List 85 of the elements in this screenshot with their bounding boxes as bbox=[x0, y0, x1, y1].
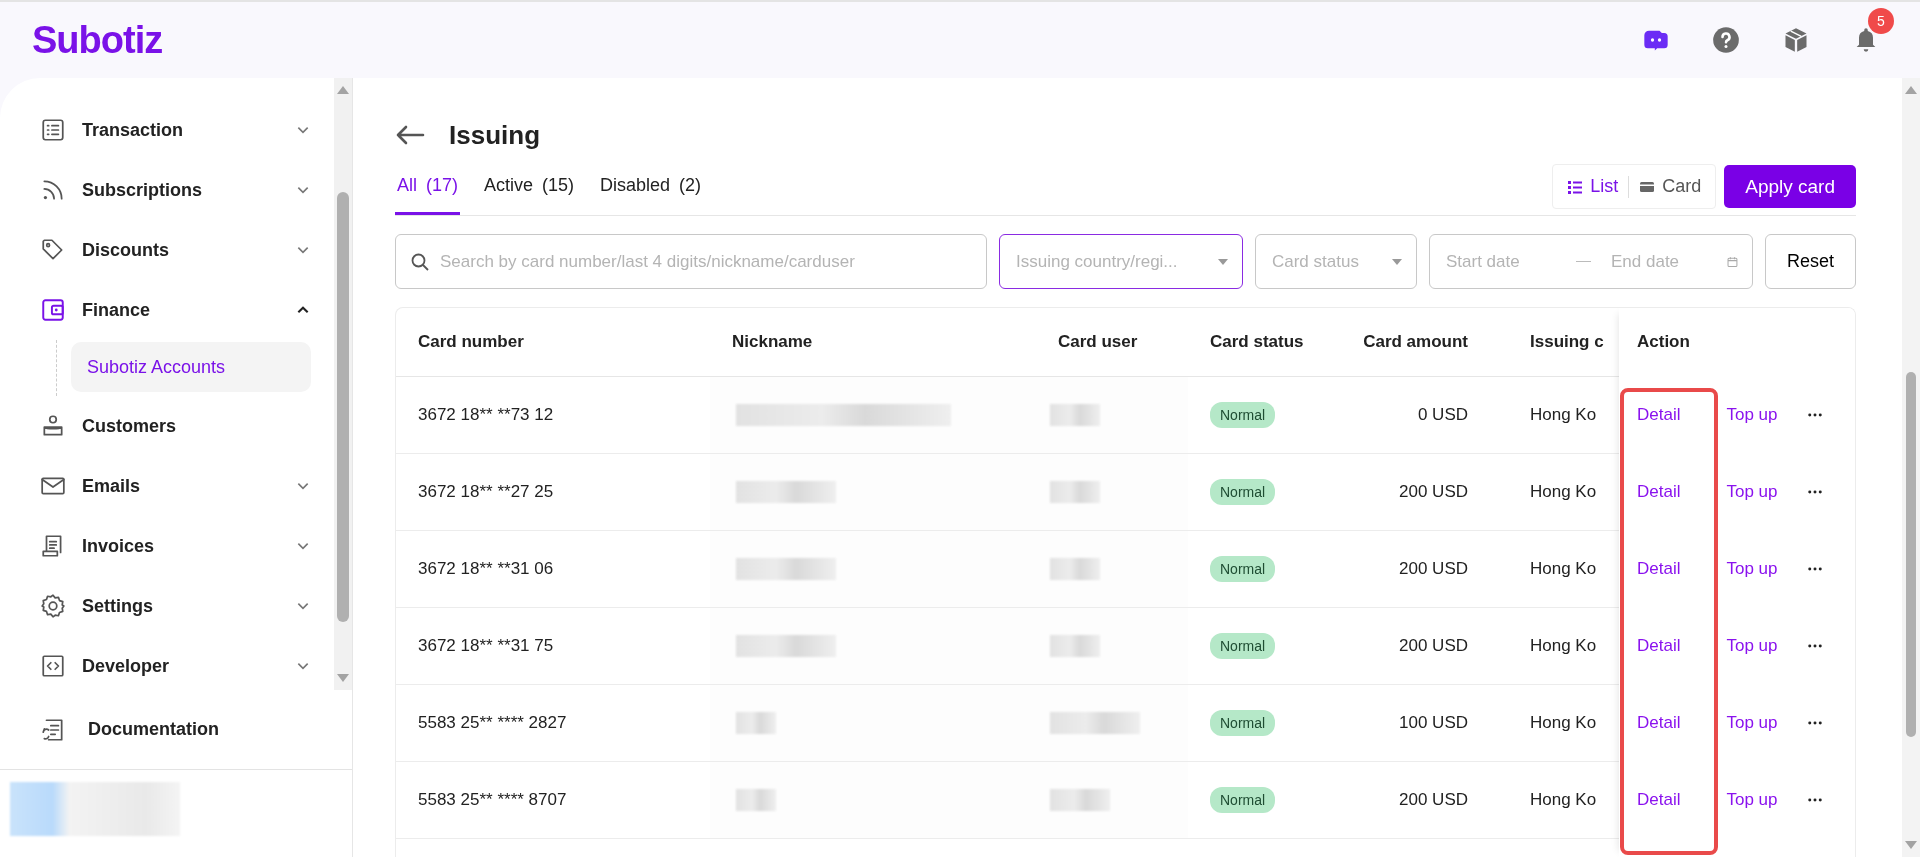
sidebar-item[interactable]: Settings bbox=[40, 576, 334, 636]
detail-link[interactable]: Detail bbox=[1637, 635, 1681, 656]
tab[interactable]: Disabled (2) bbox=[598, 169, 704, 215]
search-input[interactable]: Search by card number/last 4 digits/nickname/carduser bbox=[438, 250, 972, 273]
notification-badge: 5 bbox=[1868, 8, 1894, 34]
sidebar-item[interactable]: Transaction bbox=[40, 100, 334, 160]
caret-icon bbox=[1391, 258, 1402, 265]
redacted-block bbox=[1050, 788, 1110, 811]
table-cell: 200 USD bbox=[1332, 761, 1468, 838]
sidebar-item[interactable]: Subscriptions bbox=[40, 160, 334, 220]
date-range-field[interactable]: Start date End date bbox=[1428, 234, 1753, 289]
top-up-link[interactable]: Top up bbox=[1726, 635, 1778, 656]
redacted-block bbox=[736, 711, 776, 734]
detail-link[interactable]: Detail bbox=[1637, 789, 1681, 810]
tab[interactable]: All (17) bbox=[395, 169, 460, 215]
detail-link[interactable]: Detail bbox=[1637, 404, 1681, 425]
redacted-block bbox=[1050, 557, 1100, 580]
sidebar-item[interactable]: Emails bbox=[40, 456, 334, 516]
status-badge: Normal bbox=[1210, 401, 1276, 428]
column-header: Card user bbox=[1036, 308, 1188, 376]
caret-icon bbox=[1217, 258, 1228, 265]
top-up-link[interactable]: Top up bbox=[1726, 404, 1778, 425]
sidebar-label: Developer bbox=[82, 655, 171, 677]
detail-link[interactable]: Detail bbox=[1637, 712, 1681, 733]
status-select[interactable]: Card status bbox=[1254, 234, 1417, 289]
table-cell: 200 USD bbox=[1332, 530, 1468, 607]
table-cell: 0 USD bbox=[1332, 376, 1468, 453]
status-badge: Normal bbox=[1210, 709, 1276, 736]
table-cell: 200 USD bbox=[1332, 453, 1468, 530]
search-icon bbox=[410, 251, 430, 272]
sidebar-label: Transaction bbox=[82, 119, 185, 141]
apply-card-button[interactable]: Apply card bbox=[1724, 165, 1856, 208]
sidebar-label: Settings bbox=[82, 595, 154, 617]
status-badge: Normal bbox=[1210, 478, 1276, 505]
view-option[interactable]: Card bbox=[1635, 176, 1706, 197]
end-date-input[interactable]: End date bbox=[1609, 250, 1719, 273]
start-date-input[interactable]: Start date bbox=[1443, 250, 1554, 273]
sidebar-item[interactable]: Developer bbox=[40, 636, 334, 690]
logo[interactable]: Subotiz bbox=[32, 18, 163, 62]
help-icon[interactable] bbox=[1712, 26, 1740, 54]
status-badge: Normal bbox=[1210, 786, 1276, 813]
scrollbar[interactable] bbox=[334, 78, 352, 690]
scrollbar[interactable] bbox=[1902, 78, 1920, 857]
column-header: Card amount bbox=[1332, 308, 1468, 376]
list-icon bbox=[1567, 178, 1584, 195]
redacted-block bbox=[1050, 634, 1100, 657]
detail-link[interactable]: Detail bbox=[1637, 481, 1681, 502]
top-up-link[interactable]: Top up bbox=[1726, 558, 1778, 579]
sidebar-label: Customers bbox=[82, 415, 178, 437]
column-header: Card status bbox=[1188, 308, 1332, 376]
sidebar-label: Subscriptions bbox=[82, 179, 203, 201]
sidebar-item[interactable]: Discounts bbox=[40, 220, 334, 280]
top-up-link[interactable]: Top up bbox=[1726, 789, 1778, 810]
country-select[interactable]: Issuing country/regi... bbox=[998, 234, 1243, 289]
sidebar-item[interactable]: Invoices bbox=[40, 516, 334, 576]
document-icon bbox=[40, 716, 66, 743]
detail-link[interactable]: Detail bbox=[1637, 558, 1681, 579]
redacted-block bbox=[1050, 480, 1100, 503]
sidebar-item[interactable]: Customers bbox=[40, 396, 334, 456]
page-title: Issuing bbox=[449, 119, 540, 151]
sidebar-label: Emails bbox=[82, 475, 142, 497]
search-field[interactable]: Search by card number/last 4 digits/nickname/carduser bbox=[395, 234, 987, 289]
top-up-link[interactable]: Top up bbox=[1726, 712, 1778, 733]
sidebar-subitem[interactable]: Subotiz Accounts bbox=[71, 342, 311, 392]
sidebar-label: Documentation bbox=[88, 719, 219, 740]
reset-button[interactable]: Reset bbox=[1764, 234, 1856, 289]
redacted-block bbox=[736, 788, 776, 811]
sidebar-item[interactable]: Documentation bbox=[0, 690, 352, 770]
sidebar-item[interactable]: Finance bbox=[40, 280, 334, 340]
status-badge: Normal bbox=[1210, 632, 1276, 659]
status-badge: Normal bbox=[1210, 555, 1276, 582]
country-input[interactable]: Issuing country/regi... bbox=[1013, 250, 1210, 273]
back-arrow-icon[interactable] bbox=[395, 125, 425, 145]
table-cell: 100 USD bbox=[1332, 684, 1468, 761]
top-up-link[interactable]: Top up bbox=[1726, 481, 1778, 502]
column-header: Nickname bbox=[710, 308, 1036, 376]
sidebar-label: Invoices bbox=[82, 535, 156, 557]
tab[interactable]: Active (15) bbox=[482, 169, 577, 215]
column-header: Card number bbox=[396, 308, 710, 376]
table-cell: 200 USD bbox=[1332, 607, 1468, 684]
sidebar-label: Finance bbox=[82, 299, 152, 321]
view-option[interactable]: List bbox=[1563, 176, 1623, 197]
status-input[interactable]: Card status bbox=[1269, 250, 1384, 273]
sidebar-label: Discounts bbox=[82, 239, 170, 261]
redacted-block bbox=[1050, 403, 1100, 426]
